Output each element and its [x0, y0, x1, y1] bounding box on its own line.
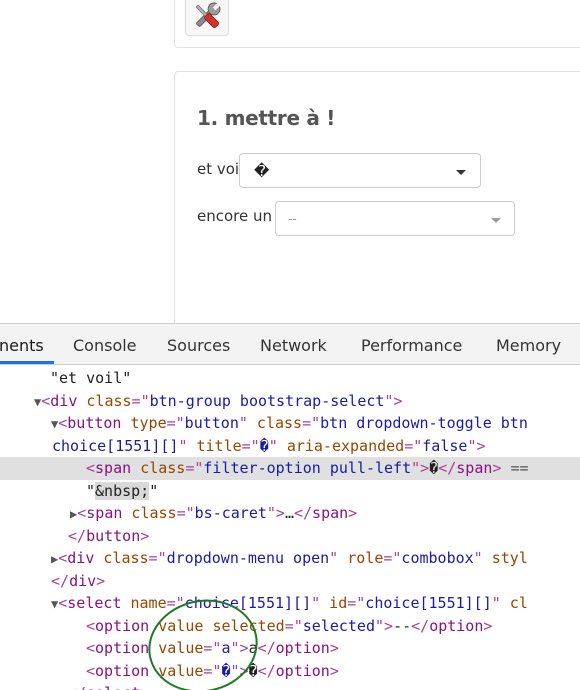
caret-down-icon	[491, 218, 501, 223]
tools-icon	[195, 2, 221, 28]
node-text: "et voil"	[50, 369, 132, 387]
web-page: 1. mettre à ! et voil � encore un --	[0, 0, 580, 323]
row1-label: et voil	[197, 160, 244, 178]
choice-select-1[interactable]: �	[239, 153, 481, 188]
devtools-tabbar: nents Console Sources Network Performanc…	[0, 324, 580, 365]
choice-select-2[interactable]: --	[275, 201, 515, 236]
tab-console[interactable]: Console	[73, 336, 137, 355]
dom-node-span-selected[interactable]: <span class="filter-option pull-left">�<…	[0, 457, 580, 480]
dom-tree[interactable]: "et voil" ▼<div class="btn-group bootstr…	[0, 365, 580, 690]
dom-node-button[interactable]: ▼<button type="button" class="btn dropdo…	[0, 412, 580, 435]
select-1-value: �	[254, 163, 270, 180]
top-card	[174, 0, 580, 48]
tab-performance[interactable]: Performance	[361, 336, 462, 355]
dom-node-select[interactable]: ▼<select name="choice[1551][]" id="choic…	[0, 592, 580, 615]
dom-node-option-3[interactable]: <option value="�">�</option>	[0, 660, 580, 683]
question-title: 1. mettre à !	[197, 106, 336, 130]
tab-sources[interactable]: Sources	[167, 336, 230, 355]
dom-node-span-caret[interactable]: ▶<span class="bs-caret">…</span>	[0, 502, 580, 525]
dom-node-option-1[interactable]: <option value selected="selected">--</op…	[0, 615, 580, 638]
active-tab-indicator	[0, 361, 54, 364]
caret-down-icon	[456, 170, 466, 175]
dom-node-select-close[interactable]: </select>	[0, 682, 580, 690]
tab-elements[interactable]: nents	[0, 336, 44, 355]
tools-button[interactable]	[185, 0, 229, 36]
select-2-value: --	[288, 211, 297, 226]
dom-node-button-cont: choice[1551][]" title="�" aria-expanded=…	[52, 436, 486, 455]
dom-node-text-nbsp[interactable]: "&nbsp;"	[0, 480, 580, 503]
dom-node-div[interactable]: ▼<div class="btn-group bootstrap-select"…	[0, 390, 580, 413]
dom-node-div-close[interactable]: </div>	[0, 570, 580, 593]
dom-node-dropdown-menu[interactable]: ▶<div class="dropdown-menu open" role="c…	[0, 547, 580, 570]
dom-node-option-2[interactable]: <option value="a">a</option>	[0, 637, 580, 660]
row2-label: encore un	[197, 207, 273, 225]
dom-node-button-close[interactable]: </button>	[0, 525, 580, 548]
devtools-panel: nents Console Sources Network Performanc…	[0, 323, 580, 690]
tab-network[interactable]: Network	[260, 336, 327, 355]
dom-node-text[interactable]: "et voil"	[0, 367, 580, 390]
tab-memory[interactable]: Memory	[496, 336, 561, 355]
